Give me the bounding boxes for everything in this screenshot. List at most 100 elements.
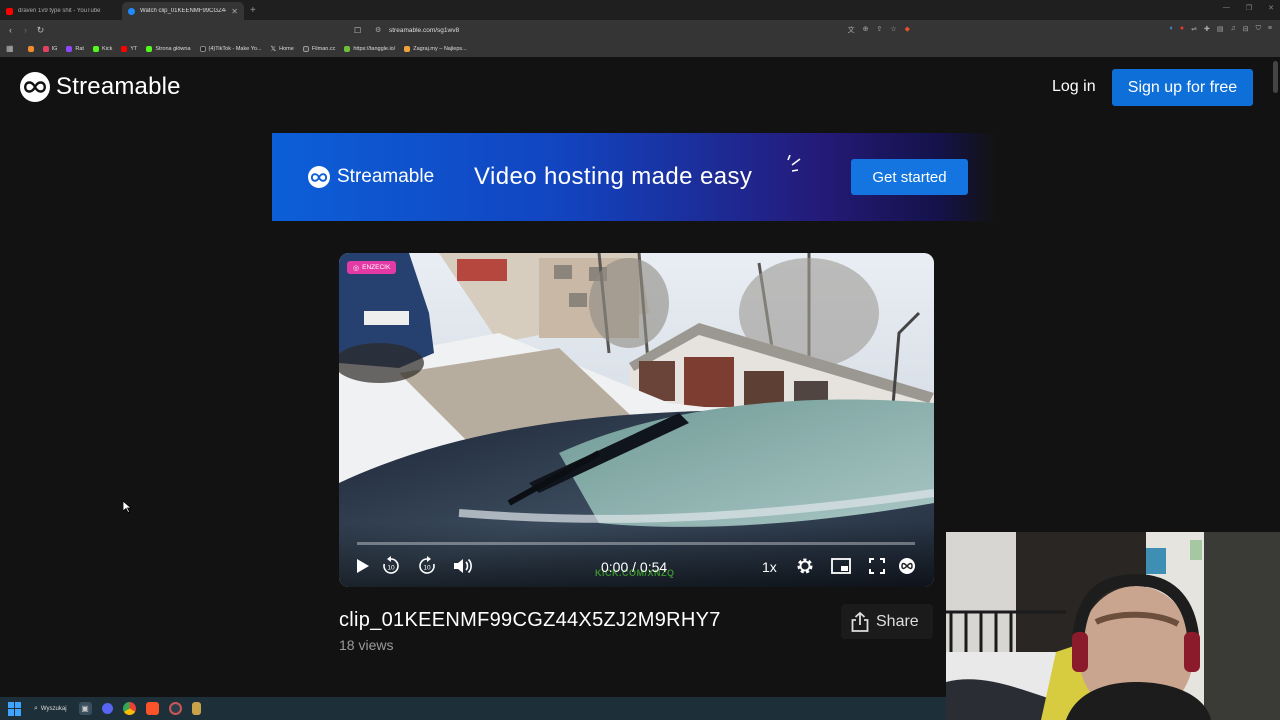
channel-badge: ◎ ENZECIK: [347, 261, 397, 274]
new-tab-button[interactable]: +: [244, 2, 262, 20]
bookmark-item[interactable]: Rat: [66, 45, 84, 52]
media-icon[interactable]: ♫: [1231, 25, 1236, 33]
share-icon: [851, 611, 869, 632]
play-icon[interactable]: [351, 555, 375, 577]
bookmark-favicon-icon: [27, 45, 34, 52]
clip-title: clip_01KEENMF99CGZ44X5ZJ2M9RHY7: [339, 609, 721, 631]
settings-icon[interactable]: [793, 555, 817, 577]
record-icon[interactable]: ●: [1180, 25, 1184, 33]
login-link[interactable]: Log in: [1052, 78, 1096, 96]
tanggle-icon: [344, 45, 351, 52]
bookmark-item[interactable]: Strona główna: [146, 45, 191, 52]
view-count: 18 views: [339, 637, 394, 653]
discord-icon[interactable]: [101, 703, 113, 714]
brave-icon[interactable]: [145, 702, 159, 715]
apps-icon[interactable]: ▦: [6, 44, 14, 53]
progress-bar[interactable]: [357, 542, 915, 545]
bookmark-item[interactable]: [27, 45, 34, 52]
banner-tagline: Video hosting made easy: [474, 163, 753, 190]
chrome-icon[interactable]: [122, 702, 136, 715]
window-controls: — ❐ ✕: [1223, 4, 1274, 12]
volume-icon[interactable]: [451, 555, 475, 577]
minimize-icon[interactable]: —: [1223, 4, 1230, 12]
channel-name: ENZECIK: [362, 264, 391, 271]
ad-banner[interactable]: Streamable Video hosting made easy Get s…: [272, 133, 996, 221]
bookmark-item[interactable]: Zagraj.my – Najleps...: [404, 45, 467, 52]
url-text[interactable]: streamable.com/sg1wv8: [389, 27, 459, 34]
bookmark-icon[interactable]: ☐: [354, 26, 361, 35]
address-bar[interactable]: ☐ ⚙ streamable.com/sg1wv8 文 ⊕ ⇪ ☆ ◆: [350, 22, 910, 38]
app-icon[interactable]: [191, 702, 201, 715]
streamable-icon[interactable]: [895, 555, 919, 577]
instagram-icon: ◎: [353, 264, 360, 272]
tab-youtube[interactable]: draven 1v9 type shit - YouTube: [0, 2, 122, 20]
close-window-icon[interactable]: ✕: [1268, 4, 1274, 12]
close-tab-icon[interactable]: ✕: [231, 7, 238, 16]
tiktok-icon: [199, 45, 206, 52]
zagraj-icon: [404, 45, 411, 52]
video-frame: [339, 253, 934, 587]
file-explorer-icon[interactable]: ▣: [78, 702, 92, 715]
scrollbar[interactable]: [1273, 61, 1278, 93]
sidebar-icon[interactable]: ▤: [1217, 25, 1224, 33]
bookmark-item[interactable]: 𝕏 Home: [271, 45, 294, 53]
twitch-icon: [66, 45, 73, 52]
tab-streamable[interactable]: Watch clip_01KEENMF99CGZ44 ✕: [122, 2, 244, 20]
extensions-puzzle-icon[interactable]: ✚: [1204, 25, 1210, 33]
youtube-favicon-icon: [6, 7, 13, 15]
menu-icon[interactable]: ≡: [1268, 25, 1272, 33]
forward-icon[interactable]: ›: [18, 25, 33, 35]
share-page-icon[interactable]: ⇪: [876, 25, 882, 35]
extension-icon[interactable]: ⇌: [1191, 25, 1197, 33]
translate-icon[interactable]: 文: [848, 25, 855, 35]
bookmark-item[interactable]: YT: [121, 45, 137, 52]
get-started-button[interactable]: Get started: [851, 159, 968, 195]
restore-icon[interactable]: ❐: [1246, 4, 1252, 12]
extensions-area: ◖ ● ⇌ ✚ ▤ ♫ ⊟ ⛉ ≡: [1169, 25, 1272, 33]
svg-text:10: 10: [387, 565, 395, 572]
streamable-logo[interactable]: Streamable: [20, 72, 181, 102]
picture-in-picture-icon[interactable]: [829, 555, 853, 577]
logo-text: Streamable: [56, 73, 181, 100]
share-label: Share: [876, 612, 919, 630]
bookmark-item[interactable]: https://tanggle.io/: [344, 45, 395, 52]
tab-title: Watch clip_01KEENMF99CGZ44: [140, 8, 227, 14]
playback-speed-button[interactable]: 1x: [762, 559, 777, 575]
taskbar-search[interactable]: ⌕ Wyszukaj: [34, 705, 67, 713]
webcam-overlay: [946, 532, 1280, 720]
tab-strip: draven 1v9 type shit - YouTube Watch cli…: [0, 0, 1280, 20]
bookmark-item[interactable]: Kick: [92, 45, 112, 52]
search-label: Wyszukaj: [40, 705, 67, 712]
extension-icon[interactable]: ◖: [1169, 25, 1173, 33]
svg-text:10: 10: [423, 565, 431, 572]
rewind-10-icon[interactable]: 10: [379, 555, 403, 577]
browser-icon[interactable]: [168, 702, 182, 715]
star-icon[interactable]: ☆: [890, 25, 896, 35]
youtube-icon: [121, 45, 128, 52]
bookmark-item[interactable]: IG: [42, 45, 57, 52]
vpn-icon[interactable]: ⛉: [1256, 25, 1261, 33]
mouse-cursor-icon: [123, 501, 132, 513]
fullscreen-icon[interactable]: [865, 555, 889, 577]
bookmark-item[interactable]: (4)TikTok - Make Yo...: [199, 45, 262, 52]
tab-title: draven 1v9 type shit - YouTube: [18, 8, 101, 14]
kick-icon: [92, 45, 99, 52]
reload-icon[interactable]: ↻: [33, 25, 48, 36]
zoom-icon[interactable]: ⊕: [863, 25, 869, 35]
brave-shield-icon[interactable]: ◆: [905, 25, 910, 35]
player-controls: 10 10 0:00 / 0:54 1x: [339, 551, 934, 581]
share-button[interactable]: Share: [841, 604, 933, 639]
browser-toolbar: ‹ › ↻ ☐ ⚙ streamable.com/sg1wv8 文 ⊕ ⇪ ☆ …: [0, 20, 1280, 40]
site-info-icon[interactable]: ⚙: [375, 26, 381, 34]
time-display: 0:00 / 0:54: [601, 559, 668, 575]
video-player[interactable]: ◎ ENZECIK KICK.COM/XNZQ 10 10 0:00 / 0:5…: [339, 253, 934, 587]
banner-logo-text: Streamable: [337, 166, 435, 187]
signup-button[interactable]: Sign up for free: [1112, 69, 1253, 106]
filman-icon: [302, 45, 309, 52]
windows-start-icon[interactable]: [8, 701, 22, 716]
bookmark-item[interactable]: Filman.cc: [302, 45, 335, 52]
forward-10-icon[interactable]: 10: [415, 555, 439, 577]
back-icon[interactable]: ‹: [3, 25, 18, 35]
search-icon: ⌕: [34, 704, 38, 712]
wallet-icon[interactable]: ⊟: [1243, 25, 1249, 33]
